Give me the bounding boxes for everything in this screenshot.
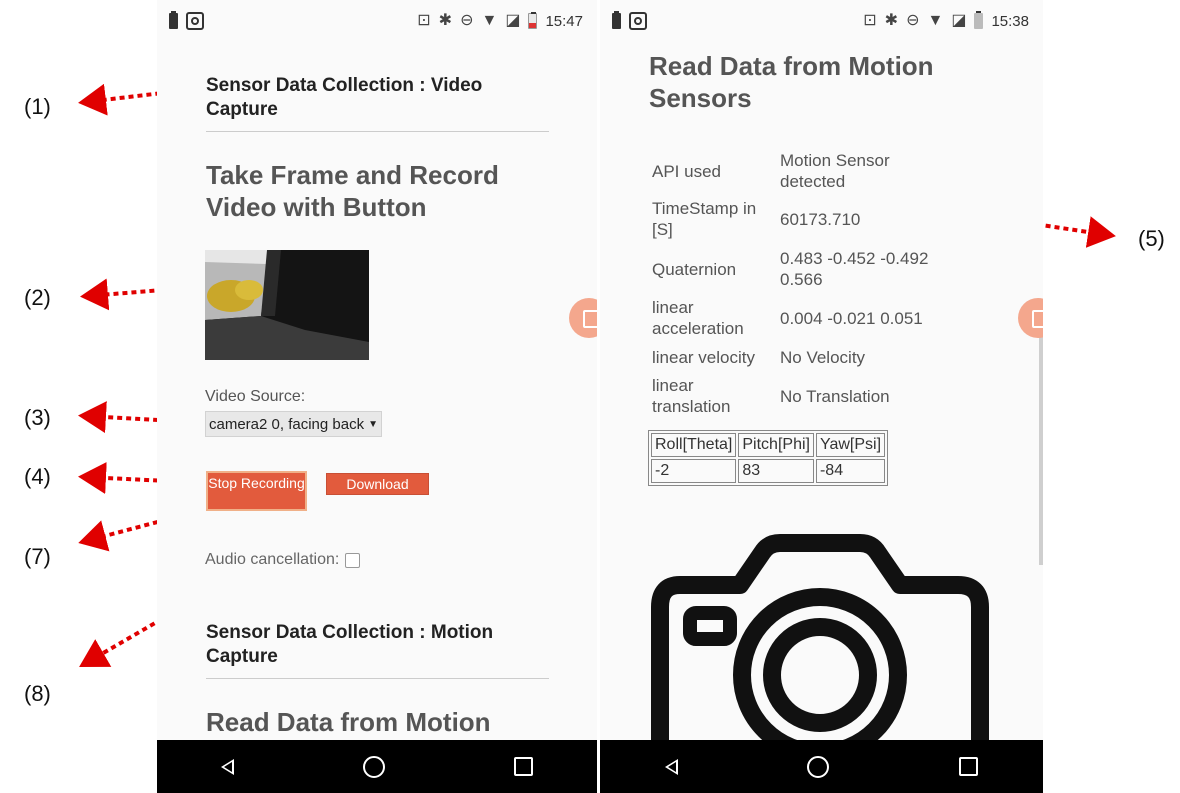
bluetooth-icon: ✱ — [884, 12, 899, 29]
column-header: Yaw[Psi] — [815, 433, 886, 457]
status-bar: ⊡ ✱ ⊖ ▼ ◪ 15:38 — [600, 0, 1043, 46]
no-sim-icon: ◪ — [951, 12, 967, 29]
divider — [206, 678, 549, 679]
callout-1: (1) — [24, 94, 51, 119]
status-time: 15:47 — [545, 12, 583, 30]
audio-cancellation-row: Audio cancellation: — [205, 551, 361, 569]
battery-level-icon — [974, 11, 984, 29]
phone-screen-motion-data: ⊡ ✱ ⊖ ▼ ◪ 15:38 Read Data from Motion Se… — [600, 0, 1043, 793]
audio-cancellation-label: Audio cancellation: — [205, 551, 340, 568]
cast-icon: ⊡ — [417, 12, 431, 29]
row-value: 60173.710 — [780, 209, 861, 229]
table-row: API used Motion Sensor detected — [648, 148, 954, 194]
battery-icon — [612, 11, 621, 29]
column-header: Pitch[Phi] — [738, 433, 814, 457]
cast-icon: ⊡ — [863, 12, 877, 29]
screenshot-icon — [186, 12, 204, 30]
row-key: TimeStamp in [S] — [652, 199, 757, 239]
video-source-value: camera2 0, facing back — [209, 415, 365, 433]
heading-read-data: Read Data from Motion Sensors — [649, 51, 934, 113]
heading-read-data-partial: Read Data from Motion — [206, 707, 491, 737]
cell-pitch: 83 — [738, 459, 814, 483]
status-bar: ⊡ ✱ ⊖ ▼ ◪ 15:47 — [157, 0, 597, 46]
table-row: linear velocity No Velocity — [648, 342, 954, 372]
recents-icon[interactable] — [513, 757, 533, 776]
video-source-select[interactable]: camera2 0, facing back ▼ — [205, 411, 382, 437]
phone-screen-video-capture: ⊡ ✱ ⊖ ▼ ◪ 15:47 Sensor Data Collection :… — [157, 0, 597, 793]
cell-yaw: -84 — [815, 459, 886, 483]
audio-cancellation-checkbox[interactable] — [345, 552, 361, 568]
row-value: Motion Sensor detected — [780, 151, 890, 191]
camera-icon — [651, 534, 989, 750]
row-key: Quaternion — [652, 259, 737, 279]
callout-2: (2) — [24, 285, 51, 310]
motion-data-table: API used Motion Sensor detected TimeStam… — [648, 148, 954, 420]
callout-4: (4) — [24, 464, 51, 489]
row-key: linear velocity — [652, 347, 755, 367]
floating-screenshot-button[interactable] — [1018, 298, 1043, 338]
home-icon[interactable] — [807, 755, 830, 778]
section-title-motion-capture: Sensor Data Collection : Motion Capture — [206, 622, 494, 667]
scrollbar[interactable] — [1039, 300, 1043, 565]
table-row: linear acceleration 0.004 -0.021 0.051 — [648, 294, 954, 342]
bluetooth-icon: ✱ — [438, 12, 453, 29]
row-value: No Velocity — [780, 347, 866, 367]
dropdown-arrow-icon: ▼ — [368, 418, 378, 430]
cell-roll: -2 — [651, 459, 737, 483]
back-icon[interactable] — [221, 758, 235, 775]
table-row: Roll[Theta] Pitch[Phi] Yaw[Psi] — [651, 433, 886, 457]
row-key: linear translation — [652, 376, 731, 416]
row-value: 0.483 -0.452 -0.492 0.566 — [780, 249, 929, 289]
battery-icon — [169, 11, 178, 29]
navigation-bar — [157, 740, 597, 793]
back-icon[interactable] — [664, 758, 678, 775]
floating-screenshot-button[interactable] — [569, 298, 597, 338]
table-row: -2 83 -84 — [651, 459, 886, 483]
screenshot-icon — [629, 12, 647, 30]
table-row: linear translation No Translation — [648, 372, 954, 420]
section-title-video-capture: Sensor Data Collection : Video Capture — [206, 75, 483, 120]
wifi-icon: ▼ — [927, 12, 944, 29]
callout-3: (3) — [24, 405, 51, 430]
table-row: Quaternion 0.483 -0.452 -0.492 0.566 — [648, 244, 954, 294]
row-value: 0.004 -0.021 0.051 — [780, 308, 923, 328]
wifi-icon: ▼ — [481, 12, 498, 29]
recents-icon[interactable] — [959, 757, 979, 776]
row-value: No Translation — [780, 386, 890, 406]
stop-recording-button[interactable]: Stop Recording — [206, 471, 307, 511]
navigation-bar — [600, 740, 1043, 793]
callout-8: (8) — [24, 681, 51, 706]
row-key: API used — [652, 161, 721, 181]
camera-preview — [205, 250, 369, 360]
euler-angles-table: Roll[Theta] Pitch[Phi] Yaw[Psi] -2 83 -8… — [648, 430, 889, 486]
column-header: Roll[Theta] — [651, 433, 737, 457]
do-not-disturb-icon: ⊖ — [906, 12, 920, 29]
video-source-label: Video Source: — [205, 388, 306, 405]
row-key: linear acceleration — [652, 298, 744, 338]
status-time: 15:38 — [991, 12, 1029, 30]
table-row: TimeStamp in [S] 60173.710 — [648, 194, 954, 244]
low-battery-icon — [528, 12, 538, 29]
callout-5: (5) — [1138, 226, 1165, 251]
divider — [206, 131, 549, 132]
no-sim-icon: ◪ — [505, 12, 521, 29]
heading-take-frame: Take Frame and Record Video with Button — [206, 160, 499, 222]
do-not-disturb-icon: ⊖ — [460, 12, 474, 29]
home-icon[interactable] — [362, 755, 385, 778]
download-button[interactable]: Download — [326, 473, 429, 495]
callout-7: (7) — [24, 544, 51, 569]
